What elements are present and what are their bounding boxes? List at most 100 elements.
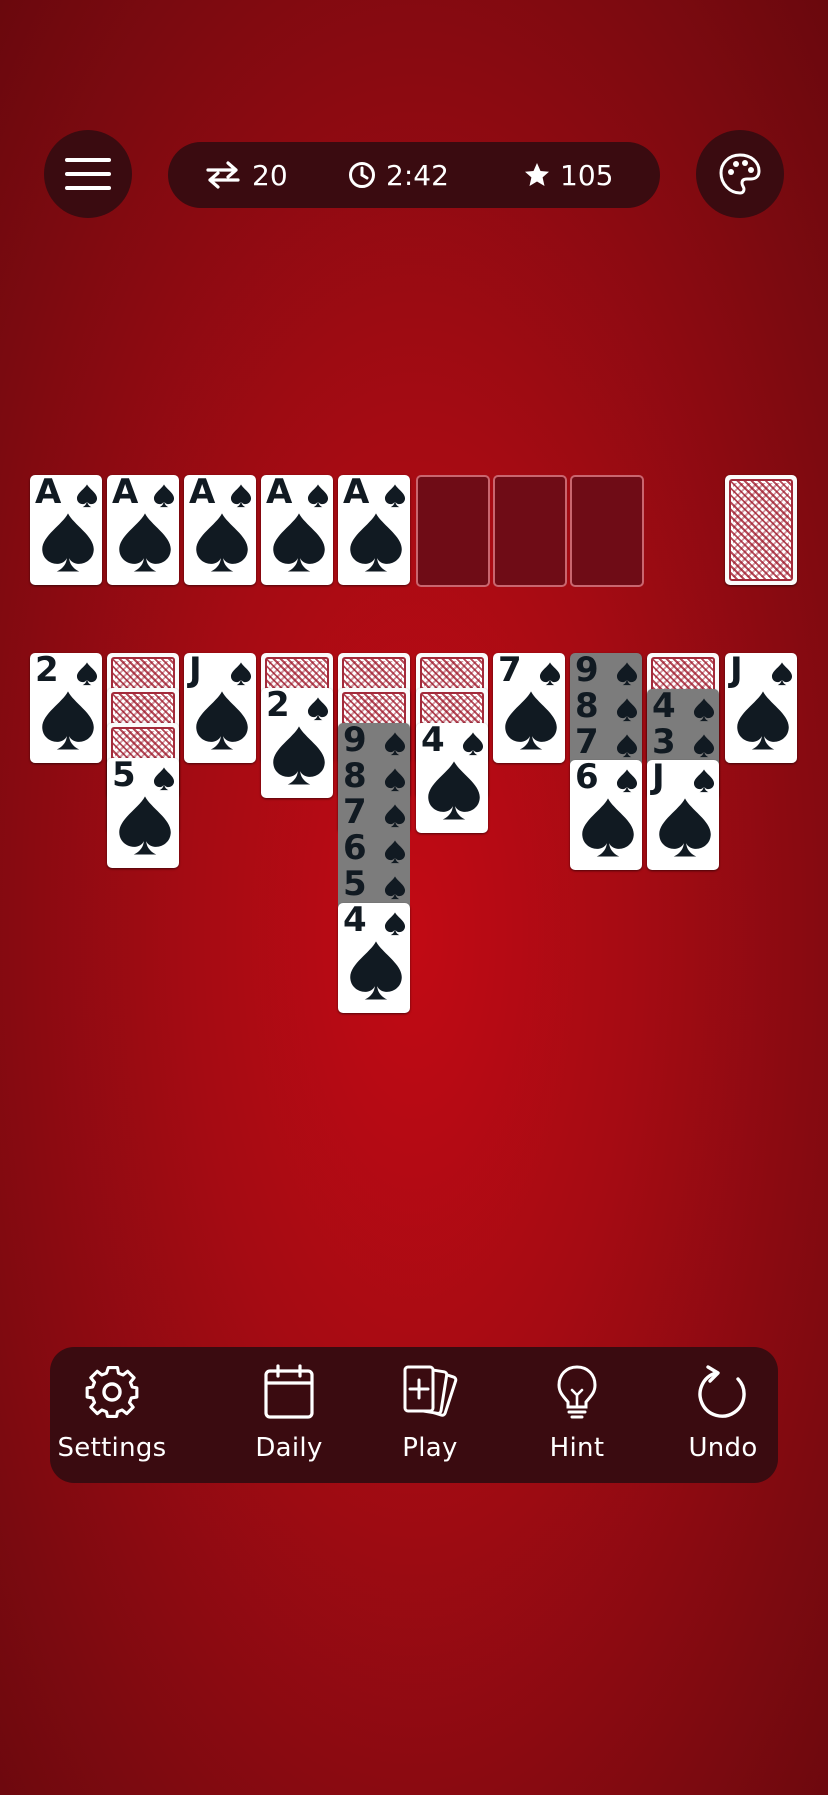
daily-button[interactable]: Daily	[229, 1363, 349, 1463]
empty-foundation-slot[interactable]	[493, 475, 567, 587]
moves-count: 20	[252, 158, 288, 192]
foundation-card[interactable]: A	[184, 475, 256, 585]
spade-icon	[76, 484, 98, 508]
tableau-card[interactable]: 4	[338, 903, 410, 1013]
spade-icon	[384, 768, 406, 792]
hamburger-icon	[65, 158, 111, 190]
star-icon	[525, 163, 549, 186]
spade-icon	[580, 797, 636, 859]
empty-foundation-slot[interactable]	[416, 475, 490, 587]
card-rank: 4	[343, 903, 367, 940]
tableau-card[interactable]: 5	[107, 758, 179, 868]
spade-icon	[40, 690, 96, 752]
spade-icon	[153, 484, 175, 508]
card-rank: A	[189, 475, 216, 512]
spade-icon	[384, 804, 406, 828]
calendar-icon	[264, 1364, 314, 1419]
card-rank: 6	[575, 760, 599, 797]
foundation-card[interactable]: A	[30, 475, 102, 585]
card-rank: J	[730, 653, 743, 690]
settings-label: Settings	[57, 1433, 167, 1463]
card-rank: 6	[343, 831, 367, 868]
theme-button[interactable]	[696, 130, 784, 218]
spade-icon	[462, 732, 484, 756]
spade-icon	[693, 769, 715, 793]
card-rank: 7	[575, 725, 599, 762]
foundation-card[interactable]: A	[261, 475, 333, 585]
spade-icon	[117, 795, 173, 857]
card-rank: 3	[652, 725, 676, 762]
card-rank: A	[266, 475, 293, 512]
menu-button[interactable]	[44, 130, 132, 218]
spade-icon	[384, 484, 406, 508]
spade-icon	[271, 725, 327, 787]
foundation-card[interactable]: A	[338, 475, 410, 585]
card-rank: 8	[343, 759, 367, 796]
card-rank: 7	[498, 653, 522, 690]
spade-icon	[76, 662, 98, 686]
tableau-card[interactable]: J	[725, 653, 797, 763]
play-button[interactable]: Play	[370, 1363, 490, 1463]
palette-icon	[719, 153, 761, 195]
play-label: Play	[402, 1433, 458, 1463]
spade-icon	[230, 484, 252, 508]
tableau-card[interactable]: 2	[30, 653, 102, 763]
undo-label: Undo	[688, 1433, 758, 1463]
undo-button[interactable]: Undo	[663, 1363, 783, 1463]
card-rank: 9	[343, 723, 367, 760]
spade-icon	[230, 662, 252, 686]
tableau-card[interactable]: 6	[570, 760, 642, 870]
spade-icon	[693, 698, 715, 722]
empty-foundation-slot[interactable]	[570, 475, 644, 587]
foundation-card[interactable]: A	[107, 475, 179, 585]
spade-icon	[348, 512, 404, 574]
spade-icon	[503, 690, 559, 752]
card-rank: 4	[421, 723, 445, 760]
card-rank: 9	[575, 653, 599, 690]
bottom-toolbar: Settings Daily Play Hint Undo	[50, 1347, 778, 1483]
spade-icon	[771, 662, 793, 686]
score-stat: 105	[524, 142, 613, 208]
card-rank: J	[189, 653, 202, 690]
time-stat: 2:42	[348, 142, 449, 208]
spade-icon	[194, 690, 250, 752]
tableau-card[interactable]: 7	[493, 653, 565, 763]
stock-pile[interactable]	[725, 475, 797, 585]
spade-icon	[307, 697, 329, 721]
card-rank: 4	[652, 689, 676, 726]
spade-icon	[384, 876, 406, 900]
spade-icon	[735, 690, 791, 752]
card-rank: 5	[343, 867, 367, 904]
spade-icon	[616, 734, 638, 758]
spade-icon	[348, 940, 404, 1002]
spade-icon	[616, 662, 638, 686]
card-rank: A	[35, 475, 62, 512]
spade-icon	[307, 484, 329, 508]
tableau-card[interactable]: J	[184, 653, 256, 763]
spade-icon	[616, 698, 638, 722]
card-rank: 2	[35, 653, 59, 690]
spade-icon	[539, 662, 561, 686]
settings-button[interactable]: Settings	[52, 1363, 172, 1463]
hint-label: Hint	[549, 1433, 605, 1463]
elapsed-time: 2:42	[386, 158, 449, 192]
clock-icon	[349, 162, 375, 188]
spade-icon	[40, 512, 96, 574]
tableau-card[interactable]: 4	[416, 723, 488, 833]
spade-icon	[384, 840, 406, 864]
card-rank: 2	[266, 688, 290, 725]
daily-label: Daily	[255, 1433, 323, 1463]
hint-button[interactable]: Hint	[517, 1363, 637, 1463]
tableau-card[interactable]: J	[647, 760, 719, 870]
spade-icon	[426, 760, 482, 822]
card-rank: 8	[575, 689, 599, 726]
new-game-cards-icon	[403, 1365, 458, 1417]
tableau-card[interactable]: 2	[261, 688, 333, 798]
undo-arrow-icon	[698, 1365, 746, 1418]
stats-bar: 20 2:42 105	[168, 142, 660, 208]
swap-arrows-icon	[206, 161, 240, 189]
card-rank: A	[112, 475, 139, 512]
card-rank: 7	[343, 795, 367, 832]
lightbulb-icon	[557, 1365, 597, 1419]
spade-icon	[616, 769, 638, 793]
